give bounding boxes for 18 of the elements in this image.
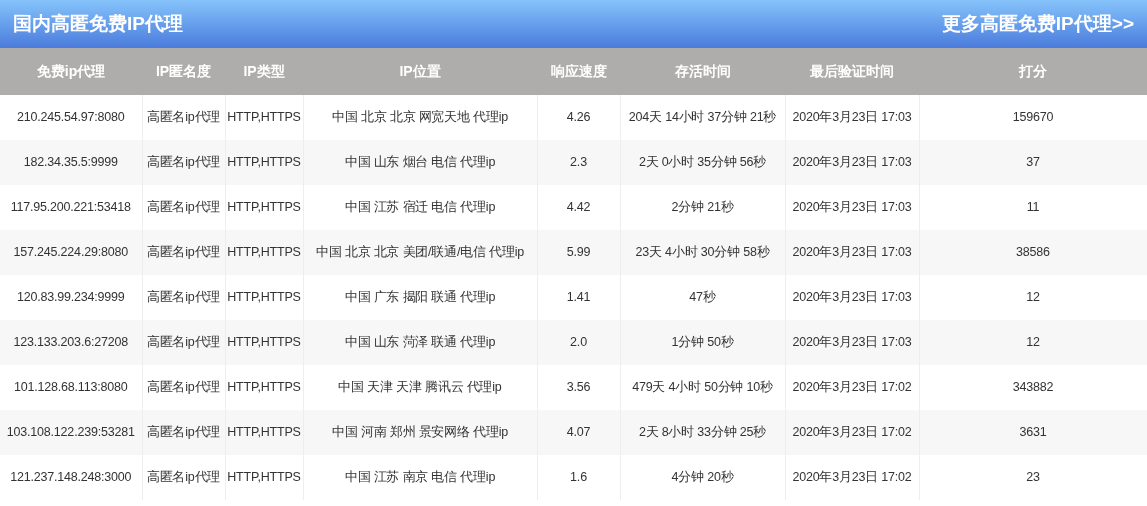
column-header: IP位置: [303, 48, 537, 95]
table-cell: 1.6: [537, 455, 620, 500]
page-title: 国内高匿免费IP代理: [13, 11, 183, 36]
column-header: 打分: [919, 48, 1147, 95]
column-header: IP类型: [225, 48, 303, 95]
column-header: 最后验证时间: [785, 48, 919, 95]
column-header: 存活时间: [620, 48, 785, 95]
table-cell: 23: [919, 455, 1147, 500]
table-cell: 2020年3月23日 17:02: [785, 455, 919, 500]
column-header: 响应速度: [537, 48, 620, 95]
table-cell: HTTP,HTTPS: [225, 455, 303, 500]
column-header: 免费ip代理: [0, 48, 142, 95]
table-cell: 121.237.148.248:3000: [0, 455, 142, 500]
table-cell: 4分钟 20秒: [620, 455, 785, 500]
more-proxies-link[interactable]: 更多高匿免费IP代理>>: [941, 9, 1134, 39]
table-cell: 中国 江苏 南京 电信 代理ip: [303, 455, 537, 500]
table-cell: 高匿名ip代理: [142, 455, 225, 500]
column-header: IP匿名度: [142, 48, 225, 95]
